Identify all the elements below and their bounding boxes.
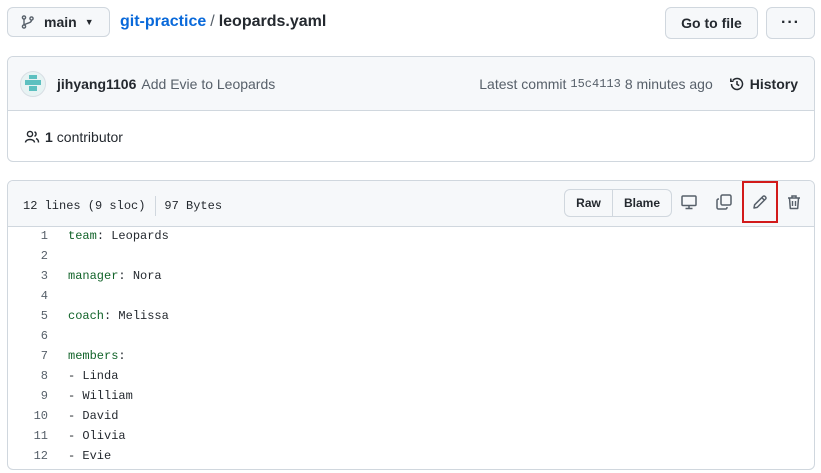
code-line: 7 members: — [8, 346, 814, 366]
go-to-file-button[interactable]: Go to file — [665, 7, 758, 39]
code-line: 2 — [8, 246, 814, 266]
line-content: members: — [68, 349, 126, 363]
latest-commit-label: Latest commit — [479, 76, 567, 92]
code-line: 12 - Evie — [8, 446, 814, 466]
line-content: - Olivia — [68, 429, 126, 443]
file-name: leopards.yaml — [218, 13, 327, 30]
line-content: - Evie — [68, 449, 112, 463]
blame-button[interactable]: Blame — [613, 190, 671, 216]
line-number[interactable]: 8 — [8, 366, 48, 386]
line-content: team: Leopards — [68, 229, 169, 243]
file-lines-info: 12 lines (9 sloc) — [23, 199, 146, 214]
code-line: 3 manager: Nora — [8, 266, 814, 286]
repo-link[interactable]: git-practice — [120, 13, 206, 30]
file-size: 97 Bytes — [164, 199, 223, 214]
code-line: 1 team: Leopards — [8, 226, 814, 246]
trash-icon[interactable] — [785, 193, 803, 211]
raw-button[interactable]: Raw — [565, 190, 613, 216]
avatar[interactable] — [20, 70, 46, 97]
file-viewer: 12 lines (9 sloc) 97 Bytes Raw Blame 1 tea… — [7, 180, 815, 470]
edit-button-highlight — [742, 181, 778, 223]
line-content: - Linda — [68, 369, 119, 383]
yaml-value: Nora — [125, 269, 162, 283]
line-number[interactable]: 10 — [8, 406, 48, 426]
raw-blame-group: Raw Blame — [564, 189, 672, 217]
line-number[interactable]: 12 — [8, 446, 48, 466]
code-view: 1 team: Leopards 2 3 manager: Nora 4 5 coac… — [8, 226, 814, 466]
commit-author-link[interactable]: jihyang1106 — [57, 76, 136, 92]
people-icon — [24, 130, 40, 143]
breadcrumb-separator: / — [210, 13, 215, 30]
line-number[interactable]: 2 — [8, 246, 48, 266]
code-line: 6 — [8, 326, 814, 346]
line-content: - David — [68, 409, 119, 423]
history-icon — [729, 77, 744, 91]
yaml-key: manager — [68, 269, 119, 283]
file-info: 12 lines (9 sloc) 97 Bytes — [23, 196, 222, 216]
file-navigation: main ▼ git-practice / leopards.yaml Go to … — [7, 7, 815, 39]
yaml-key: members — [68, 349, 119, 363]
yaml-value: Leopards — [104, 229, 169, 243]
line-content: coach: Melissa — [68, 309, 169, 323]
commit-box: jihyang1106 Add Evie to Leopards Latest … — [7, 56, 815, 162]
copy-icon[interactable] — [715, 193, 733, 211]
code-line: 11 - Olivia — [8, 426, 814, 446]
line-number[interactable]: 5 — [8, 306, 48, 326]
code-line: 8 - Linda — [8, 366, 814, 386]
line-content: manager: Nora — [68, 269, 162, 283]
commit-meta: Latest commit 15c4113 8 minutes ago Hist… — [479, 57, 798, 111]
yaml-key: team — [68, 229, 97, 243]
yaml-value: Melissa — [111, 309, 169, 323]
caret-down-icon: ▼ — [84, 17, 94, 27]
code-line: 5 coach: Melissa — [8, 306, 814, 326]
breadcrumb: git-practice / leopards.yaml — [120, 13, 326, 31]
commit-sha-link[interactable]: 15c4113 — [570, 77, 620, 91]
more-options-button[interactable]: ··· — [766, 7, 815, 39]
contributors-row[interactable]: 1 contributor — [8, 111, 814, 161]
file-info-divider — [155, 196, 157, 216]
display-icon[interactable] — [680, 193, 698, 211]
line-number[interactable]: 4 — [8, 286, 48, 306]
line-number[interactable]: 6 — [8, 326, 48, 346]
code-line: 4 — [8, 286, 814, 306]
commit-time: 8 minutes ago — [624, 76, 713, 92]
line-number[interactable]: 1 — [8, 226, 48, 246]
branch-select-button[interactable]: main ▼ — [7, 7, 110, 37]
yaml-key: coach — [68, 309, 105, 323]
latest-commit-row: jihyang1106 Add Evie to Leopards Latest … — [8, 57, 814, 111]
line-number[interactable]: 9 — [8, 386, 48, 406]
git-branch-icon — [20, 14, 36, 30]
line-number[interactable]: 3 — [8, 266, 48, 286]
commit-message-link[interactable]: Add Evie to Leopards — [141, 76, 275, 92]
history-label: History — [749, 76, 798, 92]
history-link[interactable]: History — [729, 76, 798, 92]
line-number[interactable]: 11 — [8, 426, 48, 446]
code-line: 9 - William — [8, 386, 814, 406]
contributor-count: 1 — [45, 129, 53, 145]
file-header: 12 lines (9 sloc) 97 Bytes Raw Blame — [8, 181, 814, 227]
branch-name: main — [44, 14, 77, 30]
contributor-label: contributor — [56, 129, 123, 145]
code-line: 10 - David — [8, 406, 814, 426]
line-content: - William — [68, 389, 133, 403]
line-number[interactable]: 7 — [8, 346, 48, 366]
